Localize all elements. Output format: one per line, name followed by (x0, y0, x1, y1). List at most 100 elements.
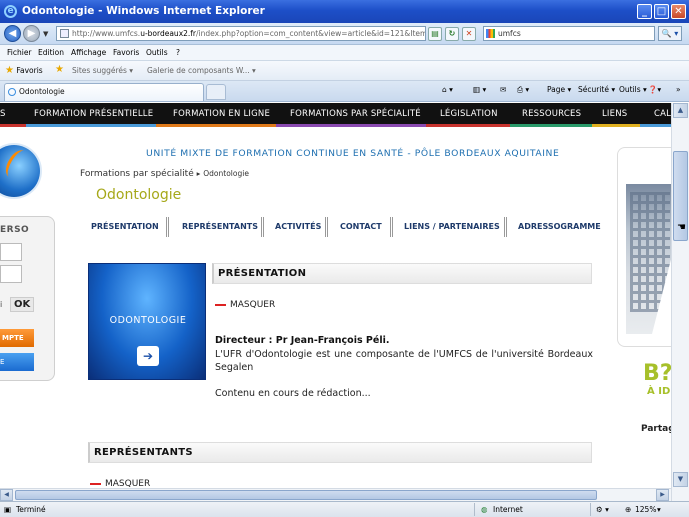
zoom-level[interactable]: 125% (635, 505, 656, 514)
director-line: Directeur : Pr Jean-François Péli. (215, 335, 390, 346)
zone-text: Internet (493, 505, 523, 514)
search-button[interactable]: 🔍 ▾ (658, 26, 682, 41)
search-input[interactable]: umfcs (483, 26, 655, 41)
scroll-up-icon[interactable]: ▲ (673, 103, 688, 118)
history-dropdown-icon[interactable]: ▼ (43, 30, 48, 38)
topnav-color-bar (426, 124, 510, 127)
vertical-scrollbar[interactable]: ▲ ▼ (671, 103, 689, 501)
security-menu[interactable]: Sécurité ▾ (578, 85, 615, 94)
page-menu[interactable]: Page ▾ (547, 85, 571, 94)
url-prefix: http://www.umfcs. (72, 29, 141, 38)
minimize-button[interactable]: _ (637, 4, 652, 19)
scroll-left-icon[interactable]: ◀ (0, 489, 13, 501)
topnav-item-cal[interactable]: CAL (654, 109, 671, 119)
tools-menu[interactable]: Outils ▾ (619, 85, 647, 94)
forward-button[interactable]: ▶ (23, 25, 40, 42)
menu-outils[interactable]: Outils (146, 48, 168, 57)
horizontal-scrollbar[interactable]: ◀ ▶ (0, 488, 671, 501)
mail-icon[interactable]: ✉ (500, 85, 506, 94)
subnav-separator (166, 217, 169, 237)
add-favorite-icon[interactable]: ★ (55, 64, 64, 75)
topnav-item-formation-en-ligne[interactable]: FORMATION EN LIGNE (173, 109, 270, 119)
maximize-button[interactable]: □ (654, 4, 669, 19)
ie-logo-icon: e (4, 5, 17, 18)
subnav-separator (325, 217, 328, 237)
topnav-item-ressources[interactable]: RESSOURCES (522, 109, 581, 119)
gallery-link[interactable]: Galerie de composants W... ▾ (147, 66, 256, 75)
login-ok-button[interactable]: OK (10, 297, 35, 312)
login-remember-label: i (0, 300, 3, 309)
url-field[interactable]: http://www.umfcs.u-bordeaux2.fr/index.ph… (56, 26, 426, 41)
menu-favoris[interactable]: Favoris (113, 48, 139, 57)
subnav-representants[interactable]: REPRÉSENTANTS (182, 222, 258, 231)
back-button[interactable]: ◀ (4, 25, 21, 42)
menu-help[interactable]: ? (176, 48, 180, 57)
login-box: ERSO i OK MPTE E (0, 216, 55, 381)
scroll-down-icon[interactable]: ▼ (673, 472, 688, 487)
breadcrumb-parent[interactable]: Formations par spécialité (80, 169, 194, 179)
tab-ie-icon (8, 88, 16, 96)
google-icon (486, 29, 495, 38)
menu-affichage[interactable]: Affichage (71, 48, 106, 57)
menu-fichier[interactable]: Fichier (7, 48, 32, 57)
more-icon[interactable]: » (676, 85, 681, 94)
create-account-button[interactable]: MPTE (0, 329, 34, 347)
subnav-separator (390, 217, 393, 237)
compatibility-icon[interactable]: ▤ (428, 27, 442, 41)
site-header-title: UNITÉ MIXTE DE FORMATION CONTINUE EN SAN… (146, 148, 560, 159)
zoom-icon[interactable]: ⊕ (625, 505, 631, 514)
stop-icon[interactable]: ✕ (462, 27, 476, 41)
help-menu[interactable]: ❓▾ (648, 85, 661, 94)
subnav-adressogramme[interactable]: ADRESSOGRAMME (518, 222, 601, 231)
suggested-sites-link[interactable]: Sites suggérés ▾ (72, 66, 133, 75)
b2-logo[interactable]: B? (643, 361, 671, 386)
hero-label: ODONTOLOGIE (109, 315, 187, 326)
right-sidebar-image[interactable] (617, 147, 671, 347)
url-path: /index.php?option=com_content&view=artic… (196, 29, 425, 38)
b2-logo-sub: À ID (647, 386, 671, 397)
scroll-right-icon[interactable]: ▶ (656, 489, 669, 501)
subnav-activites[interactable]: ACTIVITÉS (275, 222, 321, 231)
page-title: Odontologie (96, 187, 182, 203)
login-username-field[interactable] (0, 243, 22, 261)
minus-icon (90, 482, 101, 485)
subnav-contact[interactable]: CONTACT (340, 222, 382, 231)
odontologie-hero-image[interactable]: ODONTOLOGIE ➔ (88, 263, 206, 380)
topnav-item-legislation[interactable]: LÉGISLATION (440, 109, 498, 119)
print-icon[interactable]: ⎙ ▾ (517, 85, 529, 95)
hscroll-thumb[interactable] (15, 490, 597, 500)
site-topnav: S FORMATION PRÉSENTIELLE FORMATION EN LI… (0, 103, 671, 127)
zoom-dropdown-icon[interactable]: ▾ (657, 505, 661, 514)
feeds-icon[interactable]: ▥ ▾ (473, 85, 486, 94)
status-bar: ▣ Terminé ◍ Internet ⚙ ▾ ⊕ 125% ▾ (0, 501, 689, 517)
status-done-icon: ▣ (4, 505, 12, 514)
new-tab-button[interactable] (206, 84, 226, 100)
site-logo-globe[interactable] (0, 145, 40, 197)
address-bar: ◀ ▶ ▼ http://www.umfcs.u-bordeaux2.fr/in… (0, 23, 689, 45)
topnav-item-formation-presentielle[interactable]: FORMATION PRÉSENTIELLE (34, 109, 153, 119)
close-button[interactable]: ✕ (671, 4, 686, 19)
favorites-button[interactable]: ★ Favoris (5, 65, 43, 76)
protected-mode-icon[interactable]: ⚙ ▾ (596, 505, 609, 514)
topnav-item-liens[interactable]: LIENS (602, 109, 627, 119)
topnav-color-bar (276, 124, 426, 127)
subnav-presentation[interactable]: PRÉSENTATION (91, 222, 159, 231)
topnav-item-formations-par-specialite[interactable]: FORMATIONS PAR SPÉCIALITÉ (290, 109, 421, 119)
arrow-right-icon[interactable]: ➔ (137, 346, 159, 366)
presentation-toggle[interactable]: MASQUER (215, 300, 275, 310)
topnav-item-0[interactable]: S (0, 109, 6, 119)
login-blue-button[interactable]: E (0, 353, 34, 371)
menu-bar: Fichier Edition Affichage Favoris Outils… (0, 45, 689, 61)
subnav-liens-partenaires[interactable]: LIENS / PARTENAIRES (404, 222, 500, 231)
menu-edition[interactable]: Edition (38, 48, 64, 57)
login-password-field[interactable] (0, 265, 22, 283)
status-divider (590, 503, 591, 516)
topnav-color-bar (156, 124, 276, 127)
status-text: Terminé (16, 505, 46, 514)
under-construction-text: Contenu en cours de rédaction... (215, 388, 371, 399)
tab-odontologie[interactable]: Odontologie (4, 83, 204, 101)
home-icon[interactable]: ⌂ ▾ (442, 85, 453, 94)
mouse-cursor-icon: ☚ (677, 222, 686, 233)
topnav-color-bar (640, 124, 671, 127)
refresh-icon[interactable]: ↻ (445, 27, 459, 41)
